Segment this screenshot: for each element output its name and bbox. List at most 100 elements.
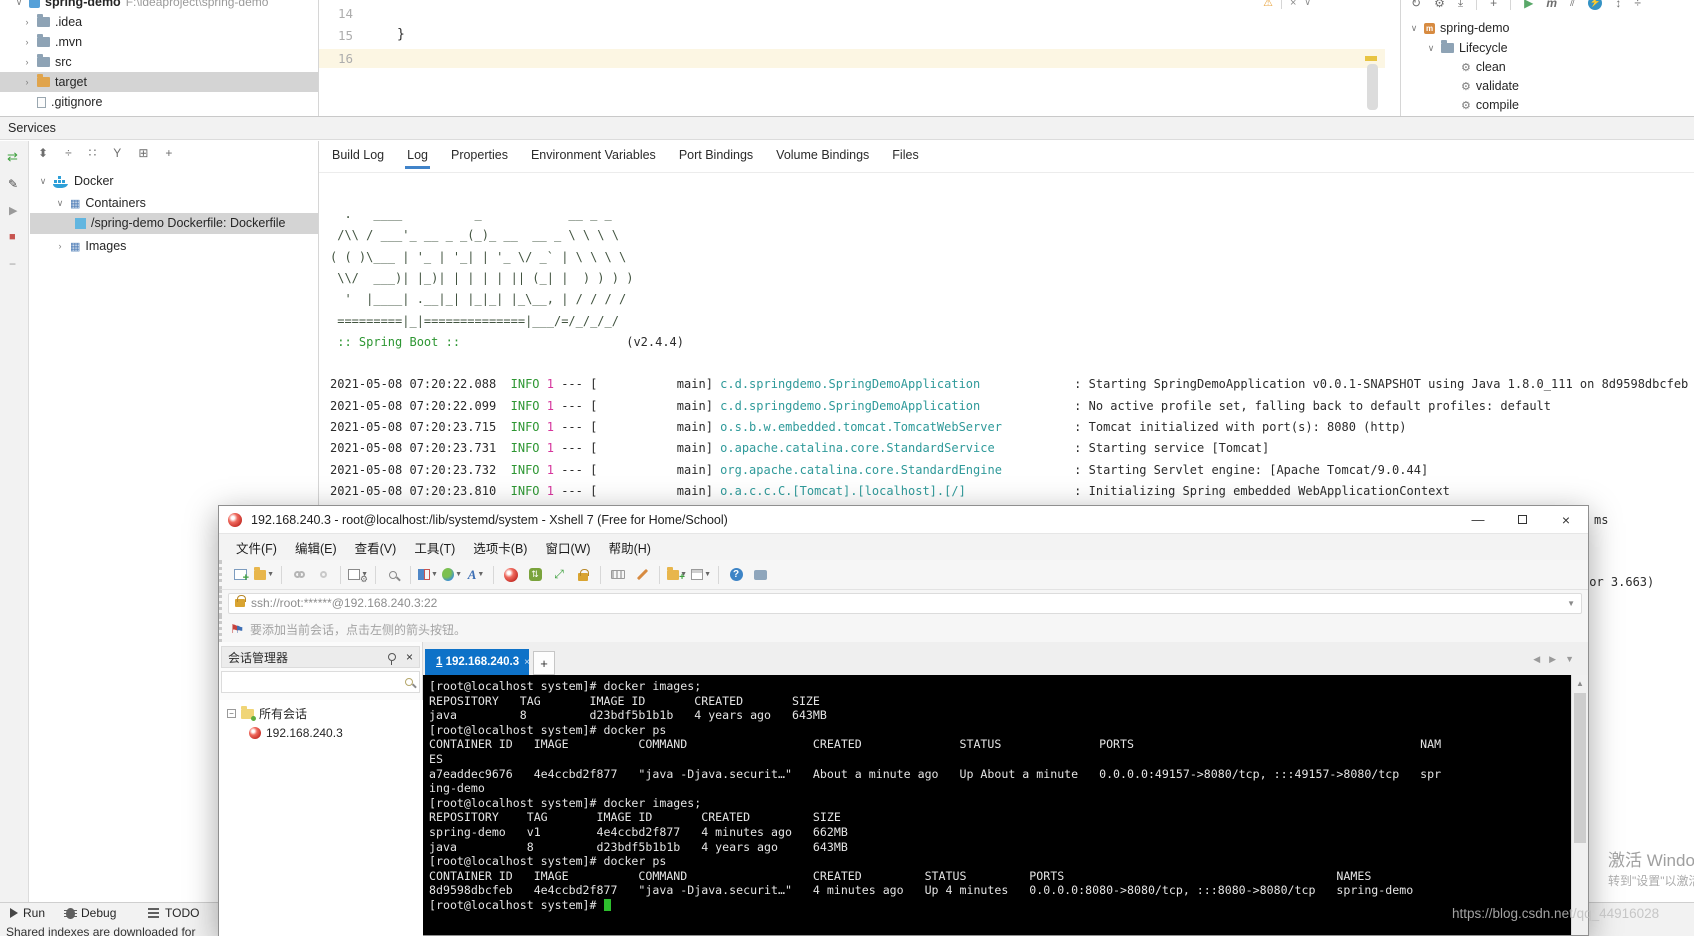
new-tab-button[interactable]: + — [533, 651, 555, 675]
maven-lifecycle-row[interactable]: ∨ Lifecycle — [1426, 38, 1508, 58]
services-tab-port-bindings[interactable]: Port Bindings — [677, 143, 755, 169]
maven-goal-row[interactable]: ⚙compile — [1461, 95, 1519, 115]
chevron-down-icon[interactable]: ▼ — [1567, 599, 1575, 608]
highlight-pen-icon[interactable] — [632, 565, 652, 585]
keyboard-icon[interactable] — [608, 565, 628, 585]
fullscreen-icon[interactable]: ⤢ — [549, 565, 569, 585]
project-root-row[interactable]: ∨ spring-demo F:\ideaproject\spring-demo — [14, 0, 268, 12]
help-icon[interactable]: ? — [726, 565, 746, 585]
new-file-transfer-icon[interactable]: +▼ — [667, 565, 687, 585]
inspection-widget[interactable]: ⚠ × ∨ — [1263, 0, 1311, 9]
project-tree-item[interactable]: ›.idea — [0, 12, 318, 32]
xshell-window[interactable]: 192.168.240.3 - root@localhost:/lib/syst… — [218, 505, 1589, 936]
collapse-box-icon[interactable]: − — [227, 709, 236, 718]
project-tree-item[interactable]: ›src — [0, 52, 318, 72]
compose-pane-icon[interactable]: ▼ — [418, 565, 438, 585]
tab-scroll-controls[interactable]: ◀ ▶ ▼ — [1533, 654, 1574, 665]
menu-item[interactable]: 编辑(E) — [286, 535, 346, 560]
todo-toolwindow-button[interactable]: TODO — [148, 906, 199, 920]
add-service-icon[interactable]: + — [165, 146, 172, 160]
session-tree-item[interactable]: 192.168.240.3 — [219, 722, 423, 740]
tab-prev-icon[interactable]: ◀ — [1533, 654, 1540, 665]
menu-item[interactable]: 查看(V) — [346, 535, 406, 560]
project-tree-item[interactable]: ›.mvn — [0, 32, 318, 52]
error-stripe[interactable] — [1365, 56, 1377, 61]
run-toolwindow-button[interactable]: Run — [10, 906, 45, 920]
disconnect-icon[interactable] — [289, 565, 309, 585]
minimize-button[interactable]: — — [1456, 512, 1500, 527]
menu-item[interactable]: 帮助(H) — [600, 535, 660, 560]
new-window-icon[interactable]: ⊞ — [138, 146, 148, 160]
debug-toolwindow-button[interactable]: Debug — [66, 906, 116, 920]
search-icon[interactable] — [383, 565, 403, 585]
reconnect-icon[interactable] — [313, 565, 333, 585]
address-field[interactable]: ssh://root:******@192.168.240.3:22 ▼ — [228, 593, 1582, 614]
close-button[interactable]: × — [1544, 512, 1588, 528]
deploy-icon[interactable]: ⇄ — [7, 149, 18, 165]
project-tree-item[interactable]: ›target — [0, 72, 318, 92]
refresh-icon[interactable]: ↻ — [1411, 0, 1421, 10]
tab-close-icon[interactable]: × — [524, 657, 530, 668]
font-icon[interactable]: A▼ — [466, 565, 486, 585]
group-by-icon[interactable]: ∷ — [89, 146, 97, 160]
maven-goal-row[interactable]: ⚙clean — [1461, 57, 1506, 77]
run-icon[interactable]: ▶ — [1524, 0, 1533, 10]
session-tree-root[interactable]: − 所有会话 — [219, 700, 423, 722]
terminal-tab-active[interactable]: 1 192.168.240.3 × — [425, 649, 529, 675]
session-manager-header[interactable]: 会话管理器 × — [221, 646, 420, 668]
services-tab-log[interactable]: Log — [405, 143, 430, 169]
new-session-icon[interactable]: + — [230, 565, 250, 585]
lock-icon[interactable] — [573, 565, 593, 585]
maven-m-icon[interactable]: m — [1546, 0, 1557, 10]
session-properties-icon[interactable]: ⚙▼ — [348, 565, 368, 585]
add-icon[interactable]: + — [1490, 0, 1497, 10]
download-icon[interactable]: ⤓ — [1458, 0, 1463, 10]
services-header[interactable]: Services — [0, 116, 1694, 140]
expand-icon[interactable]: ↕ — [1615, 0, 1621, 10]
xshell-titlebar[interactable]: 192.168.240.3 - root@localhost:/lib/syst… — [219, 506, 1588, 534]
filter-icon[interactable]: Y — [113, 146, 121, 160]
feedback-icon[interactable] — [750, 565, 770, 585]
collapse-icon[interactable]: ÷ — [1634, 0, 1641, 10]
terminal-scrollbar[interactable]: ▲ — [1571, 675, 1588, 935]
encoding-globe-icon[interactable]: ▼ — [442, 565, 462, 585]
expand-all-icon[interactable]: ⬍ — [38, 146, 48, 160]
collapse-all-icon[interactable]: ÷ — [65, 146, 72, 160]
scrollbar-thumb[interactable] — [1574, 693, 1586, 843]
profiles-icon[interactable]: ⚡ — [1588, 0, 1602, 10]
editor[interactable]: 14 15 16 } ⚠ × ∨ — [319, 0, 1385, 116]
services-toolbar[interactable]: ⬍ ÷ ∷ Y ⊞ + — [38, 146, 172, 160]
menu-item[interactable]: 文件(F) — [227, 535, 286, 560]
services-tab-environment-variables[interactable]: Environment Variables — [529, 143, 658, 169]
flag-icon[interactable]: ⚑ ⚑ — [230, 622, 243, 636]
tab-next-icon[interactable]: ▶ — [1549, 654, 1556, 665]
xftp-app-icon[interactable]: ⇅ — [525, 565, 545, 585]
project-tree-item[interactable]: .gitignore — [0, 92, 318, 112]
skip-tests-icon[interactable]: ⫽ — [1570, 0, 1575, 10]
services-tab-volume-bindings[interactable]: Volume Bindings — [774, 143, 871, 169]
tab-menu-icon[interactable]: ▼ — [1565, 654, 1574, 665]
maven-goal-row[interactable]: ⚙validate — [1461, 76, 1519, 96]
layout-icon[interactable]: ▼ — [691, 565, 711, 585]
menu-item[interactable]: 窗口(W) — [536, 535, 599, 560]
session-search-field[interactable] — [221, 671, 420, 693]
maven-root-row[interactable]: ∨ m spring-demo — [1409, 18, 1509, 38]
open-folder-icon[interactable]: ▼ — [254, 565, 274, 585]
terminal-screen[interactable]: [root@localhost system]# docker images;R… — [423, 675, 1571, 935]
services-tab-files[interactable]: Files — [890, 143, 920, 169]
xshell-app-icon[interactable] — [501, 565, 521, 585]
settings-icon[interactable]: ⚙ — [1434, 0, 1445, 10]
chevron-down-icon[interactable]: ∨ — [1304, 0, 1311, 8]
close-icon[interactable]: × — [1290, 0, 1296, 9]
close-icon[interactable]: × — [406, 650, 413, 664]
menu-item[interactable]: 选项卡(B) — [464, 535, 536, 560]
menu-item[interactable]: 工具(T) — [405, 535, 464, 560]
scroll-up-icon[interactable]: ▲ — [1572, 675, 1588, 691]
maximize-button[interactable] — [1500, 511, 1544, 529]
pin-icon[interactable] — [388, 653, 396, 661]
maven-toolbar[interactable]: ↻ ⚙ ⤓ + ▶ m ⫽ ⚡ ↕ ÷ — [1411, 0, 1641, 10]
services-tab-build-log[interactable]: Build Log — [330, 143, 386, 169]
editor-scrollbar[interactable] — [1367, 64, 1378, 110]
services-tab-properties[interactable]: Properties — [449, 143, 510, 169]
address-text[interactable]: ssh://root:******@192.168.240.3:22 — [251, 596, 1561, 610]
